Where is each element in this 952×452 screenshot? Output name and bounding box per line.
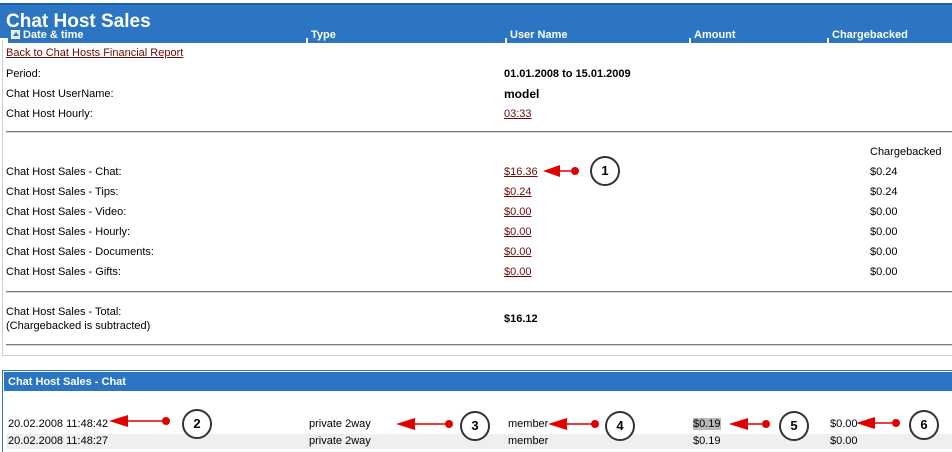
callout-arrow-3 — [396, 418, 453, 430]
callout-arrow-2 — [109, 415, 170, 427]
callout-6: 6 — [909, 410, 939, 440]
callout-5: 5 — [779, 411, 809, 441]
callout-arrow-4 — [548, 418, 599, 430]
callout-2: 2 — [182, 409, 212, 439]
annotation-arrows — [109, 165, 900, 430]
callout-arrow-6 — [856, 417, 900, 429]
callout-1: 1 — [590, 156, 620, 186]
callout-4: 4 — [605, 411, 635, 441]
callout-arrow-1 — [543, 165, 579, 177]
callout-3: 3 — [460, 411, 490, 441]
callout-arrow-5 — [729, 418, 770, 430]
